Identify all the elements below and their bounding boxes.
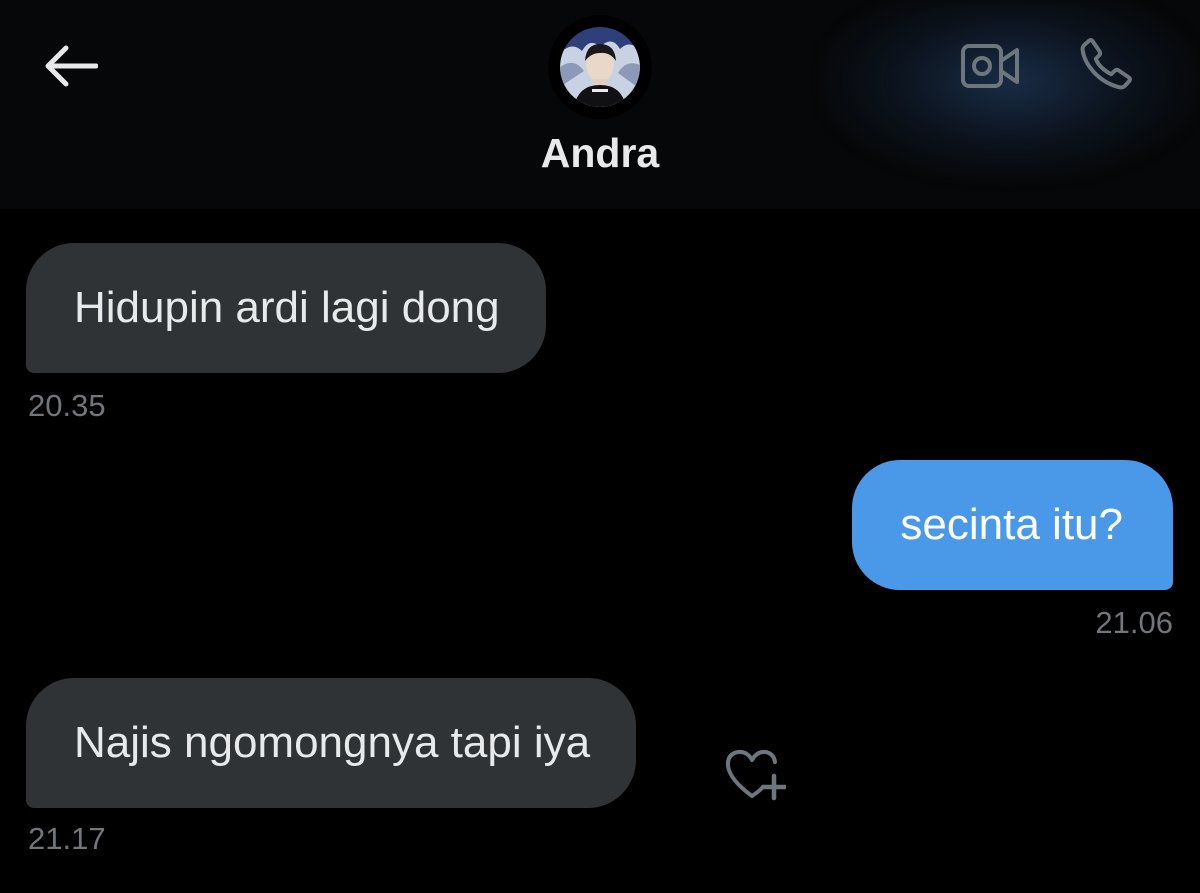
message-bubble-received[interactable]: Najis ngomongnya tapi iya: [26, 678, 637, 808]
add-reaction-button[interactable]: [716, 742, 792, 806]
voice-call-button[interactable]: [1070, 30, 1142, 98]
message-timestamp: 20.35: [28, 388, 106, 423]
message-timestamp: 21.06: [1095, 605, 1173, 640]
conversation-header: Andra: [0, 0, 1200, 209]
message-bubble-received[interactable]: Hidupin ardi lagi dong: [26, 243, 546, 373]
arrow-left-icon: [45, 45, 98, 87]
back-button[interactable]: [38, 34, 102, 98]
video-call-button[interactable]: [954, 34, 1026, 98]
contact-name[interactable]: Andra: [0, 130, 1200, 177]
message-text: Hidupin ardi lagi dong: [74, 283, 500, 332]
dm-conversation-screen: Andra Hidupin ardi lagi dong 20.35 secin…: [0, 0, 1200, 893]
message-text: secinta itu?: [900, 500, 1123, 549]
message-text: Najis ngomongnya tapi iya: [74, 718, 591, 767]
heart-plus-icon: [725, 749, 786, 801]
message-bubble-sent[interactable]: secinta itu?: [852, 460, 1173, 590]
video-camera-icon: [961, 44, 1019, 88]
message-timestamp: 21.17: [28, 821, 106, 856]
phone-icon: [1080, 38, 1132, 90]
avatar-ring: [548, 15, 652, 119]
avatar[interactable]: [560, 27, 640, 107]
